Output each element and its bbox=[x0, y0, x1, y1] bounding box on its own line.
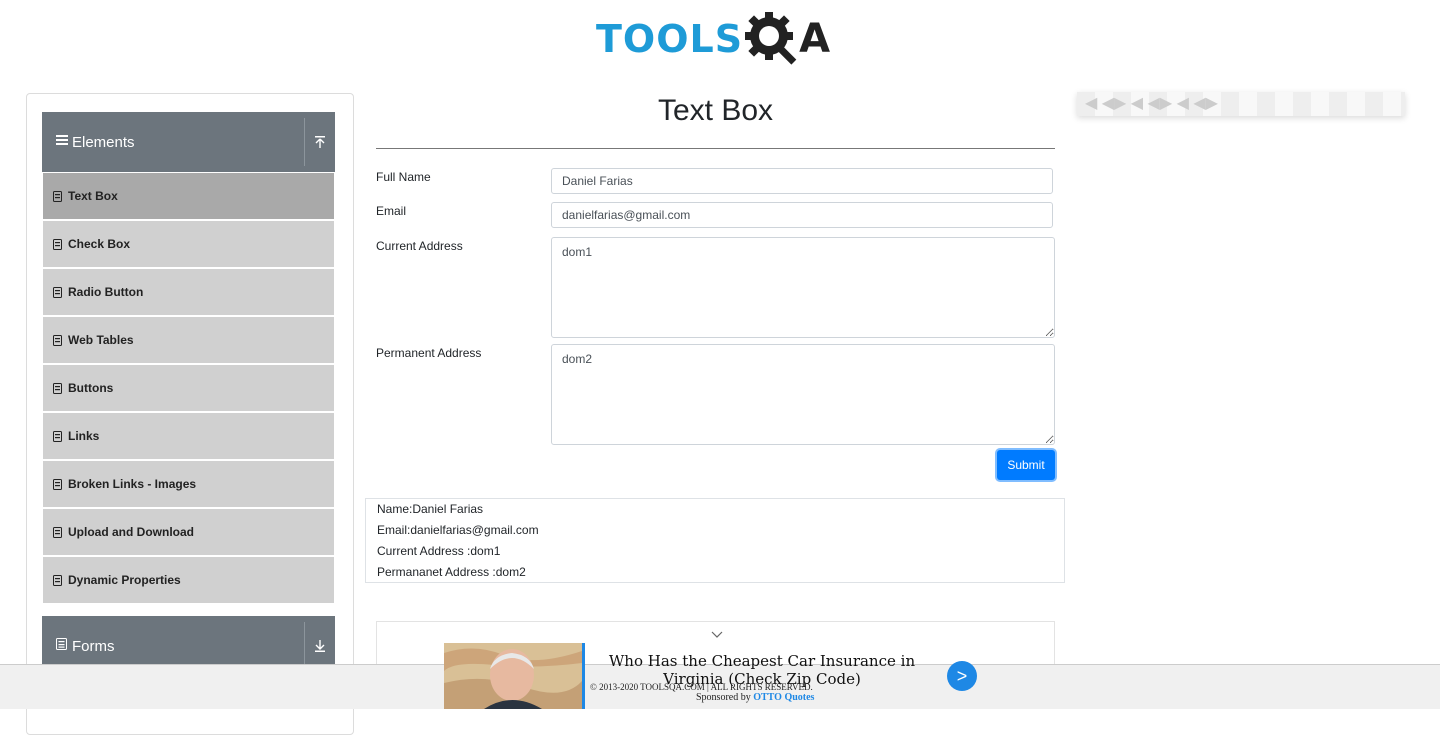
item-icon bbox=[53, 382, 63, 394]
right-ad-banner[interactable]: ◀ ◀▶ ◀ ◀▶ ◀ ◀▶ bbox=[1077, 92, 1405, 116]
sidebar-item-upload-download[interactable]: Upload and Download bbox=[43, 509, 334, 555]
sidebar-item-label: Web Tables bbox=[68, 333, 134, 347]
current-address-label: Current Address bbox=[376, 239, 463, 253]
submit-button[interactable]: Submit bbox=[997, 450, 1055, 480]
output-panel: Name:Daniel Farias Email:danielfarias@gm… bbox=[365, 498, 1065, 583]
logo-text-tools: TOOLS bbox=[596, 17, 744, 61]
sidebar-item-dynamic-properties[interactable]: Dynamic Properties bbox=[43, 557, 334, 603]
email-input[interactable] bbox=[551, 202, 1053, 228]
output-current-address: Current Address :dom1 bbox=[377, 544, 501, 558]
output-name: Name:Daniel Farias bbox=[377, 502, 484, 516]
sidebar-item-radio-button[interactable]: Radio Button bbox=[43, 269, 334, 315]
title-divider bbox=[376, 148, 1055, 149]
sidebar-item-links[interactable]: Links bbox=[43, 413, 334, 459]
collapse-up-icon[interactable] bbox=[304, 118, 335, 166]
sidebar-item-web-tables[interactable]: Web Tables bbox=[43, 317, 334, 363]
output-permanent-address: Permananet Address :dom2 bbox=[377, 565, 526, 579]
sidebar-item-label: Broken Links - Images bbox=[68, 477, 197, 491]
ad-image[interactable] bbox=[444, 643, 585, 709]
sponsored-prefix: Sponsored by bbox=[696, 692, 751, 703]
ad-nav-arrows-icon: ◀ ◀▶ ◀ ◀▶ ◀ ◀▶ bbox=[1085, 95, 1218, 112]
sidebar-item-label: Radio Button bbox=[68, 285, 144, 299]
sidebar-group-title: Elements bbox=[72, 133, 135, 151]
sidebar-item-label: Dynamic Properties bbox=[68, 573, 181, 587]
current-address-textarea[interactable]: dom1 bbox=[551, 237, 1055, 338]
full-name-input[interactable] bbox=[551, 168, 1053, 194]
sidebar-item-label: Buttons bbox=[68, 381, 114, 395]
sidebar-group-elements[interactable]: Elements bbox=[42, 112, 335, 172]
full-name-label: Full Name bbox=[376, 170, 431, 184]
sidebar: Elements Text Box Check Box Radio Button… bbox=[26, 93, 354, 735]
toolsqa-logo[interactable]: TOOLS A bbox=[596, 10, 830, 68]
item-icon bbox=[53, 286, 63, 298]
item-icon bbox=[53, 526, 63, 538]
chevron-down-icon[interactable] bbox=[711, 626, 723, 644]
item-icon bbox=[53, 334, 63, 346]
item-icon bbox=[53, 574, 63, 586]
bottom-ad-bar: Who Has the Cheapest Car Insurance in Vi… bbox=[0, 643, 1440, 709]
form-icon bbox=[56, 637, 68, 655]
sidebar-item-label: Upload and Download bbox=[68, 525, 194, 539]
permanent-address-label: Permanent Address bbox=[376, 346, 482, 360]
item-icon bbox=[53, 478, 63, 490]
sidebar-item-buttons[interactable]: Buttons bbox=[43, 365, 334, 411]
sidebar-item-text-box[interactable]: Text Box bbox=[43, 173, 334, 219]
sponsored-text: Sponsored by OTTO Quotes bbox=[696, 692, 814, 703]
item-icon bbox=[53, 430, 63, 442]
logo-text-a: A bbox=[799, 16, 831, 62]
expand-down-icon[interactable] bbox=[304, 622, 335, 670]
sidebar-item-label: Text Box bbox=[68, 189, 118, 203]
output-email: Email:danielfarias@gmail.com bbox=[377, 523, 539, 537]
email-label: Email bbox=[376, 204, 407, 218]
item-icon bbox=[53, 238, 63, 250]
sidebar-item-label: Links bbox=[68, 429, 100, 443]
sidebar-menu: Text Box Check Box Radio Button Web Tabl… bbox=[43, 173, 334, 605]
sidebar-item-label: Check Box bbox=[68, 237, 131, 251]
sidebar-group-title: Forms bbox=[72, 637, 115, 655]
sidebar-item-check-box[interactable]: Check Box bbox=[43, 221, 334, 267]
copyright-text: © 2013-2020 TOOLSQA.COM | ALL RIGHTS RES… bbox=[590, 682, 813, 692]
page-title: Text Box bbox=[657, 94, 774, 127]
item-icon bbox=[53, 190, 63, 202]
sponsor-link[interactable]: OTTO Quotes bbox=[753, 692, 814, 703]
permanent-address-textarea[interactable]: dom2 bbox=[551, 344, 1055, 445]
ad-next-button[interactable]: > bbox=[947, 661, 977, 691]
header: TOOLS A bbox=[0, 0, 1440, 80]
sidebar-item-broken-links[interactable]: Broken Links - Images bbox=[43, 461, 334, 507]
logo-gear-icon bbox=[745, 10, 801, 68]
menu-icon bbox=[56, 133, 68, 151]
